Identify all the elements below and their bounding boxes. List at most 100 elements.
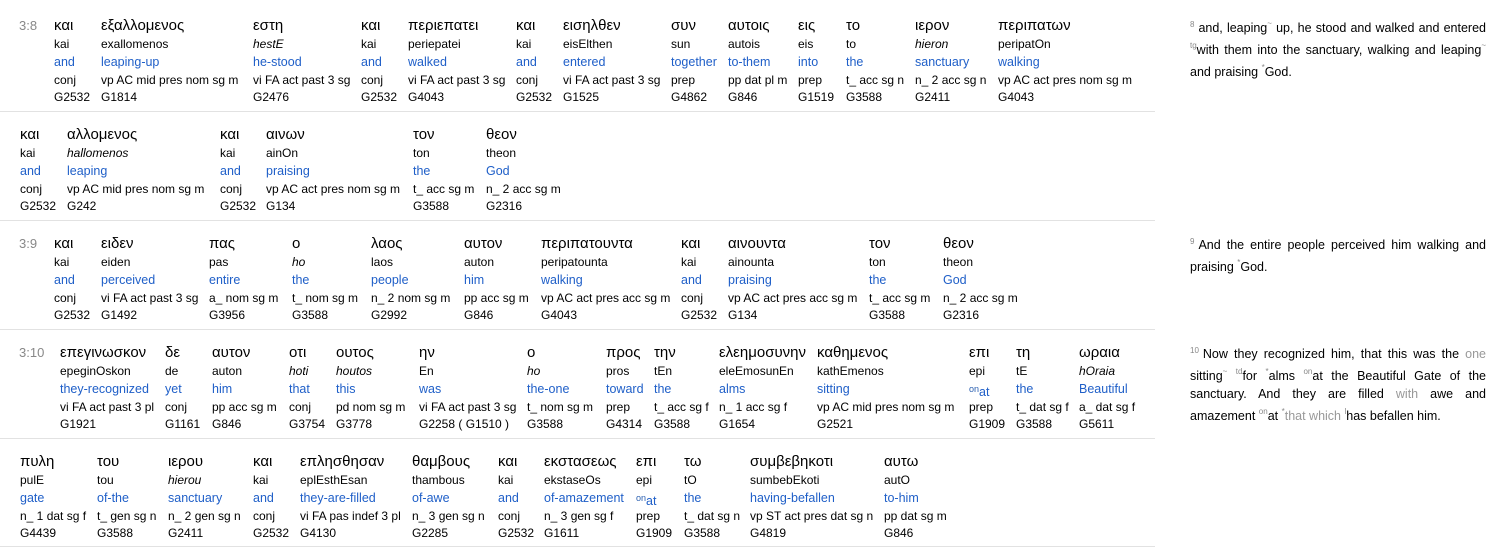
greek-word: και — [361, 17, 381, 34]
strongs-number: G2532 — [516, 90, 553, 104]
translation-marker: on — [1258, 407, 1268, 416]
english-gloss: he-stood — [253, 53, 350, 71]
transliteration: kai — [253, 473, 269, 487]
parsing-code: t_ acc sg n — [846, 73, 905, 87]
interlinear-word[interactable]: τον ton the t_ acc sg m G3588 — [869, 234, 930, 324]
translation-marker: tg — [1190, 41, 1197, 50]
english-gloss-text: and — [498, 491, 519, 505]
interlinear-word[interactable]: συμβεβηκοτι sumbebEkoti having-befallen vp … — [750, 452, 873, 542]
english-gloss-text: at — [979, 385, 990, 399]
english-gloss-text: they-recognized — [60, 382, 149, 396]
interlinear-word[interactable]: επι epi onat prep G1909 — [969, 343, 1005, 433]
interlinear-word[interactable]: θαμβους thambous of-awe n_ 3 gen sg n G2285 — [412, 452, 485, 542]
greek-word: ωραια — [1079, 344, 1120, 361]
strongs-number: G5611 — [1079, 417, 1115, 431]
transliteration: periepatei — [408, 37, 461, 51]
interlinear-word[interactable]: επεγινωσκον epeginOskon they-recognized vi … — [60, 343, 154, 433]
interlinear-word[interactable]: και kai and conj G2532 — [54, 16, 90, 106]
interlinear-word[interactable]: ο ho the t_ nom sg m G3588 — [292, 234, 358, 324]
interlinear-word[interactable]: ην En was vi FA act past 3 sg G2258 ( G1510 … — [419, 343, 516, 433]
interlinear-word[interactable]: ωραια hOraia Beautiful a_ dat sg f G5611 — [1079, 343, 1135, 433]
interlinear-word[interactable]: επι epi onat prep G1909 — [636, 452, 672, 542]
interlinear-word[interactable]: και kai and conj G2532 — [54, 234, 90, 324]
interlinear-word[interactable]: οτι hoti that conj G3754 — [289, 343, 325, 433]
english-gloss-text: perceived — [101, 273, 156, 287]
english-gloss: of-awe — [412, 489, 485, 507]
interlinear-word[interactable]: αυτω autO to-him pp dat sg m G846 — [884, 452, 947, 542]
interlinear-word[interactable]: εις eis into prep G1519 — [798, 16, 834, 106]
greek-word: ουτος — [336, 344, 374, 361]
greek-word: αινουντα — [728, 235, 786, 252]
interlinear-word[interactable]: τη tE the t_ dat sg f G3588 — [1016, 343, 1069, 433]
interlinear-word[interactable]: και kai and conj G2532 — [20, 125, 56, 215]
interlinear-word[interactable]: και kai and conj G2532 — [220, 125, 256, 215]
strongs-number: G2532 — [54, 90, 91, 104]
transliteration: ho — [292, 255, 306, 269]
parsing-code: vi FA act past 3 sg — [408, 73, 506, 87]
interlinear-word[interactable]: ειδεν eiden perceived vi FA act past 3 sg G1… — [101, 234, 198, 324]
interlinear-word[interactable]: περιεπατει periepatei walked vi FA act past… — [408, 16, 505, 106]
transliteration: eis — [798, 37, 814, 51]
translation-verse-number: 9 — [1190, 237, 1195, 246]
interlinear-word[interactable]: δε de yet conj G1161 — [165, 343, 200, 433]
english-gloss: praising — [266, 162, 400, 180]
english-gloss-text: into — [798, 55, 819, 69]
english-gloss: praising — [728, 271, 857, 289]
interlinear-word[interactable]: ουτος houtos this pd nom sg m G3778 — [336, 343, 405, 433]
strongs-number: G1814 — [101, 90, 138, 104]
english-gloss: alms — [719, 380, 806, 398]
interlinear-word[interactable]: αινουντα ainounta praising vp AC act pres a… — [728, 234, 857, 324]
interlinear-word[interactable]: τον ton the t_ acc sg m G3588 — [413, 125, 474, 215]
interlinear-word[interactable]: εστη hestE he-stood vi FA act past 3 sg G247… — [253, 16, 350, 106]
interlinear-word[interactable]: ο ho the-one t_ nom sg m G3588 — [527, 343, 593, 433]
interlinear-word[interactable]: ιερον hieron sanctuary n_ 2 acc sg n G2411 — [915, 16, 986, 106]
english-gloss: of-amazement — [544, 489, 624, 507]
interlinear-word[interactable]: λαος laos people n_ 2 nom sg m G2992 — [371, 234, 450, 324]
parsing-code: pp dat sg m — [884, 509, 947, 523]
transliteration: pros — [606, 364, 630, 378]
transliteration: kathEmenos — [817, 364, 884, 378]
interlinear-word[interactable]: αινων ainOn praising vp AC act pres nom sg … — [266, 125, 400, 215]
strongs-number: G3778 — [336, 417, 373, 431]
interlinear-word[interactable]: πας pas entire a_ nom sg m G3956 — [209, 234, 278, 324]
interlinear-word[interactable]: αυτον auton him pp acc sg m G846 — [212, 343, 277, 433]
interlinear-word[interactable]: τω tO the t_ dat sg n G3588 — [684, 452, 740, 542]
interlinear-word[interactable]: καθημενος kathEmenos sitting vp AC mid pres… — [817, 343, 954, 433]
interlinear-word[interactable]: συν sun together prep G4862 — [671, 16, 717, 106]
english-gloss-text: that — [289, 382, 310, 396]
english-gloss: the — [292, 271, 358, 289]
parsing-code: pp dat pl m — [728, 73, 788, 87]
english-gloss-text: was — [419, 382, 442, 396]
interlinear-word[interactable]: επλησθησαν eplEsthEsan they-are-filled vi F… — [300, 452, 401, 542]
interlinear-word[interactable]: το to the t_ acc sg n G3588 — [846, 16, 904, 106]
parsing-code: n_ 1 acc sg f — [719, 400, 788, 414]
interlinear-word[interactable]: και kai and conj G2532 — [681, 234, 717, 324]
interlinear-word[interactable]: περιπατων peripatOn walking vp AC act pres … — [998, 16, 1132, 106]
interlinear-word[interactable]: και kai and conj G2532 — [498, 452, 534, 542]
interlinear-word[interactable]: ελεημοσυνην eleEmosunEn alms n_ 1 acc sg f G… — [719, 343, 806, 433]
interlinear-word[interactable]: αυτοις autois to-them pp dat pl m G846 — [728, 16, 787, 106]
english-gloss: people — [371, 271, 450, 289]
interlinear-word[interactable]: την tEn the t_ acc sg f G3588 — [654, 343, 709, 433]
interlinear-word[interactable]: και kai and conj G2532 — [253, 452, 289, 542]
interlinear-word[interactable]: προς pros toward prep G4314 — [606, 343, 644, 433]
interlinear-word[interactable]: θεον theon God n_ 2 acc sg m G2316 — [943, 234, 1018, 324]
interlinear-word[interactable]: αλλομενος hallomenos leaping vp AC mid pres… — [67, 125, 204, 215]
interlinear-word[interactable]: εισηλθεν eisElthen entered vi FA act past 3… — [563, 16, 660, 106]
interlinear-word[interactable]: εκστασεως ekstaseOs of-amazement n_ 3 gen s… — [544, 452, 624, 542]
english-gloss: of-the — [97, 489, 156, 507]
english-gloss-text: the — [684, 491, 702, 505]
interlinear-word[interactable]: ιερου hierou sanctuary n_ 2 gen sg n G2411 — [168, 452, 241, 542]
strongs-number: G2411 — [168, 526, 204, 540]
strongs-number: G1921 — [60, 417, 97, 431]
greek-word: δε — [165, 344, 181, 361]
interlinear-word[interactable]: θεον theon God n_ 2 acc sg m G2316 — [486, 125, 561, 215]
transliteration: eiden — [101, 255, 131, 269]
interlinear-word[interactable]: του tou of-the t_ gen sg n G3588 — [97, 452, 156, 542]
interlinear-word[interactable]: πυλη pulE gate n_ 1 dat sg f G4439 — [20, 452, 86, 542]
interlinear-word[interactable]: περιπατουντα peripatounta walking vp AC act… — [541, 234, 670, 324]
interlinear-word[interactable]: και kai and conj G2532 — [516, 16, 552, 106]
interlinear-word[interactable]: αυτον auton him pp acc sg m G846 — [464, 234, 529, 324]
interlinear-word[interactable]: και kai and conj G2532 — [361, 16, 397, 106]
interlinear-word[interactable]: εξαλλομενος exallomenos leaping-up vp AC mi… — [101, 16, 238, 106]
